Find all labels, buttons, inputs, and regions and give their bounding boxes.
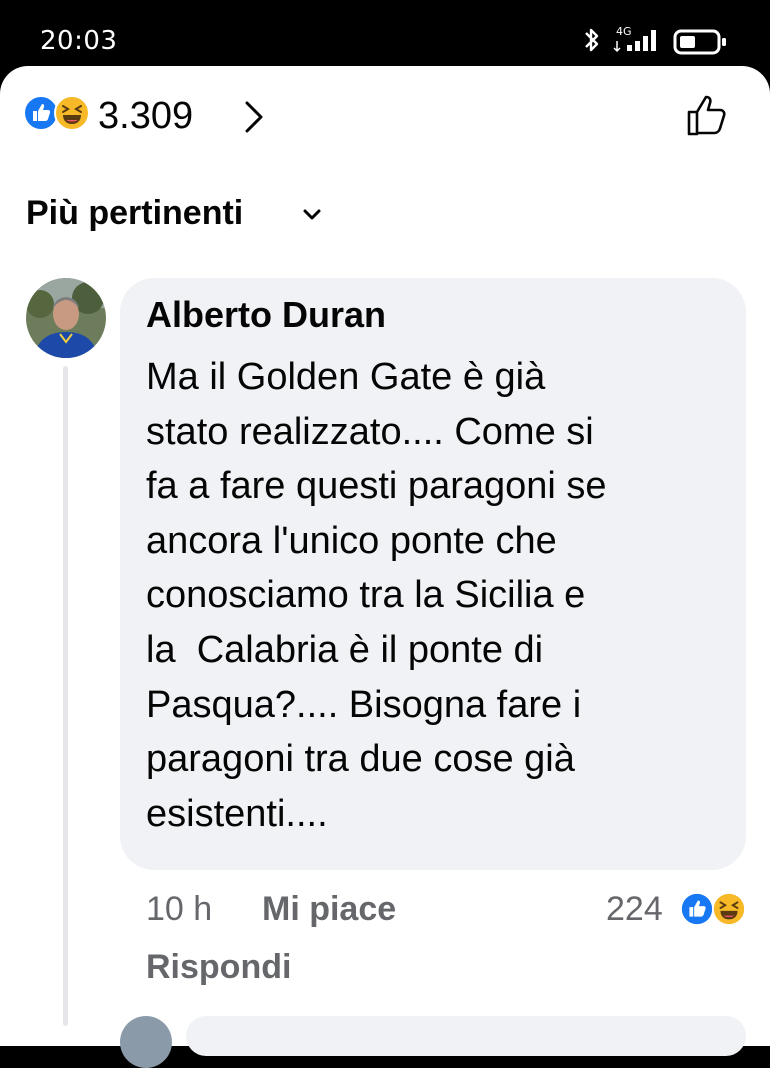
reaction-count: 3.309	[98, 95, 194, 137]
bluetooth-icon	[585, 28, 599, 52]
battery-icon	[673, 29, 726, 55]
avatar[interactable]	[26, 278, 106, 358]
like-button[interactable]: Mi piace	[262, 890, 396, 929]
thumbs-up-icon[interactable]	[686, 94, 730, 138]
haha-icon	[54, 95, 90, 131]
comment-time: 10 h	[146, 890, 213, 928]
status-time: 20:03	[40, 26, 118, 56]
chevron-down-icon	[303, 209, 321, 220]
like-icon	[679, 891, 715, 927]
chevron-right-icon	[245, 101, 263, 133]
comment-text: Ma il Golden Gate è già stato realizzato…	[146, 356, 607, 835]
comment-author[interactable]: Alberto Duran	[146, 294, 386, 336]
avatar-image	[26, 278, 106, 358]
sort-selector[interactable]: Più pertinenti	[26, 194, 321, 233]
comment-reaction-count[interactable]: 224	[606, 890, 663, 929]
reactions-summary[interactable]: 3.309	[22, 94, 742, 138]
reply-button[interactable]: Rispondi	[146, 948, 291, 987]
haha-icon	[711, 891, 747, 927]
sort-label: Più pertinenti	[26, 194, 244, 232]
reply-bubble[interactable]	[186, 1016, 746, 1056]
thread-line	[63, 366, 68, 1026]
signal-icon	[613, 30, 656, 53]
